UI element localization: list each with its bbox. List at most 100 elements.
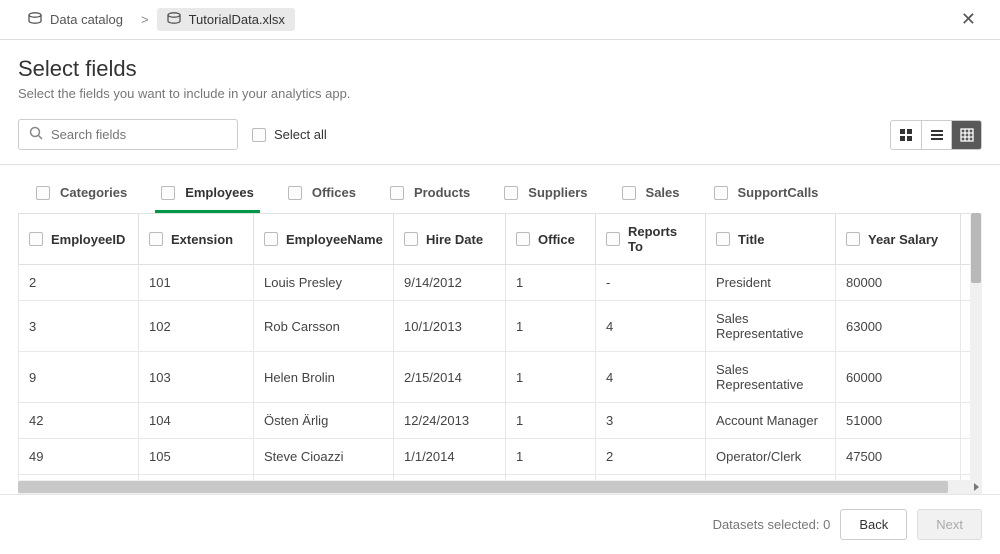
database-icon [167, 12, 181, 27]
tab-checkbox[interactable] [504, 186, 518, 200]
cell: 80000 [836, 265, 961, 301]
footer: Datasets selected: 0 Back Next [0, 494, 1000, 554]
column-header[interactable]: EmployeeID [19, 214, 139, 265]
cell: 1/1/2014 [394, 439, 506, 475]
cell: Sales Representative [706, 301, 836, 352]
scroll-thumb[interactable] [18, 481, 948, 493]
table-row[interactable]: 9103Helen Brolin2/15/201414Sales Represe… [19, 352, 983, 403]
column-header[interactable]: EmployeeName [254, 214, 394, 265]
tab-checkbox[interactable] [714, 186, 728, 200]
tab-label: Suppliers [528, 185, 587, 200]
toolbar: Select all [0, 111, 1000, 165]
cell: 1 [506, 439, 596, 475]
table-row[interactable]: 2101Louis Presley9/14/20121-President800… [19, 265, 983, 301]
breadcrumb-current[interactable]: TutorialData.xlsx [157, 8, 295, 31]
tab-checkbox[interactable] [622, 186, 636, 200]
cell: 4 [596, 301, 706, 352]
select-all-checkbox[interactable] [252, 128, 266, 142]
cell: 105 [139, 439, 254, 475]
tab-employees[interactable]: Employees [155, 175, 260, 213]
tab-checkbox[interactable] [288, 186, 302, 200]
datasets-selected-label: Datasets selected: 0 [713, 517, 831, 532]
cell: Sales Representative [706, 352, 836, 403]
column-header[interactable]: Hire Date [394, 214, 506, 265]
cell: President [706, 265, 836, 301]
list-view-icon[interactable] [921, 121, 951, 149]
column-label: EmployeeID [51, 232, 125, 247]
tab-checkbox[interactable] [161, 186, 175, 200]
tab-products[interactable]: Products [384, 175, 476, 213]
column-checkbox[interactable] [404, 232, 418, 246]
column-checkbox[interactable] [606, 232, 620, 246]
cell: 3 [596, 403, 706, 439]
column-header[interactable]: Year Salary [836, 214, 961, 265]
view-toggle [890, 120, 982, 150]
column-header[interactable]: Title [706, 214, 836, 265]
cell: 4 [596, 352, 706, 403]
column-header[interactable]: Office [506, 214, 596, 265]
data-grid: EmployeeID Extension EmployeeName Hire Date… [0, 213, 1000, 480]
cell: 42 [19, 403, 139, 439]
cell: 101 [139, 265, 254, 301]
tab-offices[interactable]: Offices [282, 175, 362, 213]
cell: 47500 [836, 439, 961, 475]
cell: Louis Presley [254, 265, 394, 301]
cell: Account Manager [706, 403, 836, 439]
back-button[interactable]: Back [840, 509, 907, 540]
cell: 10/1/2013 [394, 301, 506, 352]
table-view-icon[interactable] [951, 121, 981, 149]
cell: 103 [139, 352, 254, 403]
tab-checkbox[interactable] [390, 186, 404, 200]
tab-checkbox[interactable] [36, 186, 50, 200]
table-row[interactable]: 49105Steve Cioazzi1/1/201412Operator/Cle… [19, 439, 983, 475]
column-checkbox[interactable] [516, 232, 530, 246]
scroll-thumb[interactable] [971, 213, 981, 283]
database-icon [28, 12, 42, 27]
breadcrumb-current-label: TutorialData.xlsx [189, 12, 285, 27]
vertical-scrollbar[interactable] [970, 213, 982, 480]
tab-suppliers[interactable]: Suppliers [498, 175, 593, 213]
cell: 1 [506, 352, 596, 403]
tab-categories[interactable]: Categories [30, 175, 133, 213]
breadcrumb-root-label: Data catalog [50, 12, 123, 27]
breadcrumb-root[interactable]: Data catalog [18, 8, 133, 31]
column-header[interactable]: Reports To [596, 214, 706, 265]
table-row[interactable]: 42104Östen Ärlig12/24/201313Account Mana… [19, 403, 983, 439]
tab-label: Products [414, 185, 470, 200]
cell: 12/24/2013 [394, 403, 506, 439]
cell: Steve Cioazzi [254, 439, 394, 475]
cell: - [596, 265, 706, 301]
column-checkbox[interactable] [716, 232, 730, 246]
tab-sales[interactable]: Sales [616, 175, 686, 213]
next-button: Next [917, 509, 982, 540]
search-input[interactable] [51, 127, 227, 142]
column-header[interactable]: Extension [139, 214, 254, 265]
grid-view-icon[interactable] [891, 121, 921, 149]
cell: 1 [506, 301, 596, 352]
column-checkbox[interactable] [846, 232, 860, 246]
cell: 1 [506, 265, 596, 301]
cell: 60000 [836, 352, 961, 403]
tab-label: Sales [646, 185, 680, 200]
cell: 102 [139, 301, 254, 352]
column-checkbox[interactable] [264, 232, 278, 246]
column-label: Year Salary [868, 232, 938, 247]
cell: Östen Ärlig [254, 403, 394, 439]
breadcrumb: Data catalog > TutorialData.xlsx ✕ [0, 0, 1000, 40]
search-input-wrapper[interactable] [18, 119, 238, 150]
close-icon[interactable]: ✕ [955, 9, 982, 30]
cell: 51000 [836, 403, 961, 439]
tab-label: Offices [312, 185, 356, 200]
column-checkbox[interactable] [29, 232, 43, 246]
search-icon [29, 126, 43, 143]
page-title: Select fields [18, 56, 982, 82]
column-checkbox[interactable] [149, 232, 163, 246]
tab-supportcalls[interactable]: SupportCalls [708, 175, 825, 213]
select-all[interactable]: Select all [252, 127, 327, 142]
table-row[interactable]: 3102Rob Carsson10/1/201314Sales Represen… [19, 301, 983, 352]
horizontal-scrollbar[interactable] [18, 480, 982, 494]
column-label: Office [538, 232, 575, 247]
column-label: EmployeeName [286, 232, 383, 247]
page-header: Select fields Select the fields you want… [0, 40, 1000, 111]
cell: 3 [19, 301, 139, 352]
